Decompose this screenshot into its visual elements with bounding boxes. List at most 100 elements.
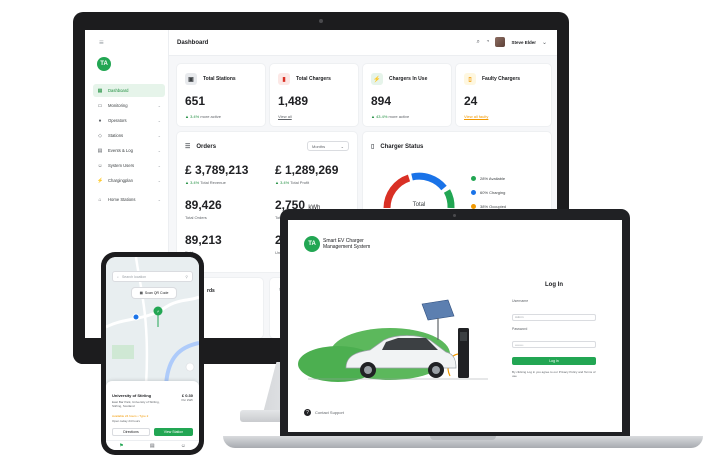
- sidebar-item-stations[interactable]: ◇ Stations ⌄: [93, 129, 165, 142]
- stat-trend: ▲ 43.4%: [371, 114, 388, 119]
- svg-text:⚡: ⚡: [157, 309, 160, 314]
- stat-card-total-stations[interactable]: ▣ Total Stations 651 ▲ 3.4% more active: [177, 64, 265, 126]
- chevron-down-icon: ⌄: [157, 178, 161, 183]
- scan-qr-button[interactable]: ▦ Scan QR Code: [132, 288, 176, 298]
- charger-icon: ▯: [371, 144, 375, 150]
- chevron-down-icon: ⌄: [157, 163, 161, 168]
- sidebar-item-system-users[interactable]: ☺ System Users ⌄: [93, 159, 165, 172]
- orders-cell-label: Total Orders: [185, 215, 207, 220]
- legend-dot: [471, 190, 476, 195]
- logo-badge: TA: [304, 236, 320, 252]
- chevron-down-icon: ⌄: [157, 133, 161, 138]
- station-hours: Open today 24 hours: [112, 419, 141, 423]
- stat-title: Total Chargers: [296, 76, 331, 82]
- orders-cell-value: 89,213: [185, 233, 222, 247]
- history-tab-icon[interactable]: ▤: [150, 443, 155, 449]
- person-icon: ☺: [97, 162, 103, 169]
- contact-support[interactable]: ? Contact Support: [304, 409, 344, 416]
- orders-header: ☰ Orders: [185, 143, 217, 151]
- charging-station-icon: [447, 328, 469, 378]
- donut-segment-charging: [411, 172, 447, 191]
- legend-item: 28% Available: [471, 176, 506, 181]
- stat-card-faulty-chargers[interactable]: ▯ Faulty Chargers 24 View all faulty: [456, 64, 551, 126]
- orders-cell-revenue: £ 3,789,213 ▲ 3.4% Total Revenue: [185, 163, 248, 185]
- laptop-lid: TA Smart EV Charger Management System ? …: [280, 209, 630, 439]
- top-bar: Dashboard ⌕ ◔ Steve Elder ⌄: [169, 30, 557, 56]
- stat-sub-label: more active: [200, 114, 221, 119]
- locate-me-icon[interactable]: [185, 362, 195, 372]
- station-details-sheet: University of Stirling £ 0.30 Per kWh Eas…: [106, 381, 199, 450]
- current-location-icon: [132, 313, 140, 321]
- brand-line-2: Management System: [323, 244, 371, 250]
- bell-icon[interactable]: ◔: [486, 39, 490, 45]
- bottom-tab-bar: ⚑ ▤ ☺: [106, 440, 199, 450]
- login-form: Log In Username Password Log in By click…: [512, 282, 596, 378]
- user-name[interactable]: Steve Elder: [511, 40, 536, 45]
- stat-card-chargers-in-use[interactable]: ⚡ Chargers In Use 894 ▲ 43.4% more active: [363, 64, 451, 126]
- station-name: University of Stirling: [112, 393, 152, 398]
- bottom-card-title: rds: [207, 288, 215, 294]
- orders-trend: ▲ 3.4%: [275, 180, 290, 185]
- sidebar-item-label: Operators: [108, 118, 127, 123]
- sidebar-item-label: Home Stations: [108, 197, 136, 202]
- station-icon: ▣: [185, 73, 197, 85]
- legend-item: 60% Charging: [471, 190, 506, 195]
- orders-cell-profit: £ 1,289,269 ▲ 3.4% Total Profit: [275, 163, 338, 185]
- help-icon: ?: [304, 409, 311, 416]
- search-input[interactable]: ⌕ Search location ⚲: [112, 271, 193, 282]
- stat-value: 24: [464, 94, 478, 108]
- chevron-down-icon: ⌄: [340, 144, 344, 149]
- stat-header: ▣ Total Stations: [185, 73, 236, 85]
- profile-tab-icon[interactable]: ☺: [181, 443, 186, 449]
- map-pin-icon[interactable]: ⚡: [153, 306, 163, 316]
- password-field[interactable]: [512, 341, 596, 348]
- privacy-note: By clicking Log in you agree to our Priv…: [512, 370, 596, 378]
- camera-dot: [319, 19, 323, 23]
- view-all-faulty-link[interactable]: View all faulty: [464, 114, 488, 119]
- sidebar-item-dashboard[interactable]: ▦ Dashboard: [93, 84, 165, 97]
- username-label: Username: [512, 299, 529, 303]
- orders-cell-total-orders: 89,426 Total Orders: [185, 198, 222, 220]
- sidebar-item-chargingplan[interactable]: ⚡ Chargingplan ⌄: [93, 174, 165, 187]
- menu-icon[interactable]: ≡: [99, 38, 104, 47]
- login-button[interactable]: Log in: [512, 357, 596, 365]
- chevron-down-icon[interactable]: ⌄: [542, 39, 547, 46]
- sidebar-item-home-stations[interactable]: ⌂ Home Stations ⌄: [93, 193, 165, 206]
- sidebar-nav: ▦ Dashboard ▭ Monitoring ⌄ ● Operators ⌄ ◇ Sta…: [93, 84, 165, 208]
- search-icon[interactable]: ⌕: [476, 39, 479, 46]
- username-field[interactable]: [512, 313, 596, 321]
- chevron-down-icon: ⌄: [157, 118, 161, 123]
- camera-dot: [453, 214, 456, 217]
- orders-cell-label: ▲ 3.4% Total Revenue: [185, 180, 248, 185]
- directions-button[interactable]: Directions: [112, 428, 150, 436]
- view-all-link[interactable]: View all: [278, 114, 292, 119]
- sidebar-item-monitoring[interactable]: ▭ Monitoring ⌄: [93, 99, 165, 112]
- app-logo[interactable]: TA: [97, 57, 111, 71]
- laptop-login-screen: TA Smart EV Charger Management System ? …: [288, 220, 622, 432]
- contact-support-label: Contact Support: [315, 410, 344, 415]
- stat-header: ▮ Total Chargers: [278, 73, 331, 85]
- view-station-button[interactable]: View Station: [154, 428, 193, 436]
- avatar[interactable]: [495, 37, 506, 47]
- orders-cell-label: ▲ 3.4% Total Profit: [275, 180, 338, 185]
- sidebar-item-operators[interactable]: ● Operators ⌄: [93, 114, 165, 127]
- sidebar-item-events-log[interactable]: ▤ Events & Log ⌄: [93, 144, 165, 157]
- stat-header: ▯ Faulty Chargers: [464, 73, 520, 85]
- period-select[interactable]: Months ⌄: [307, 141, 349, 151]
- filter-icon[interactable]: ⚲: [185, 275, 188, 279]
- password-label: Password: [512, 326, 528, 331]
- orders-title: Orders: [196, 143, 217, 150]
- orders-cell-value: 89,426: [185, 198, 222, 212]
- charger-status-title: Charger Status: [380, 143, 424, 150]
- log-icon: ▤: [97, 147, 103, 154]
- brand-text: Smart EV Charger Management System: [323, 238, 393, 250]
- warning-icon: ▯: [464, 73, 476, 85]
- home-icon: ⌂: [98, 196, 102, 203]
- donut-center-label: Total: [412, 202, 426, 208]
- station-availability: Available 24 hours • Type 2: [112, 414, 149, 418]
- orders-label-text: Total Revenue: [200, 180, 226, 185]
- stat-title: Total Stations: [203, 76, 236, 82]
- stat-card-total-chargers[interactable]: ▮ Total Chargers 1,489 View all: [270, 64, 358, 126]
- map-tab-icon[interactable]: ⚑: [119, 443, 123, 449]
- chevron-down-icon: ⌄: [157, 103, 161, 108]
